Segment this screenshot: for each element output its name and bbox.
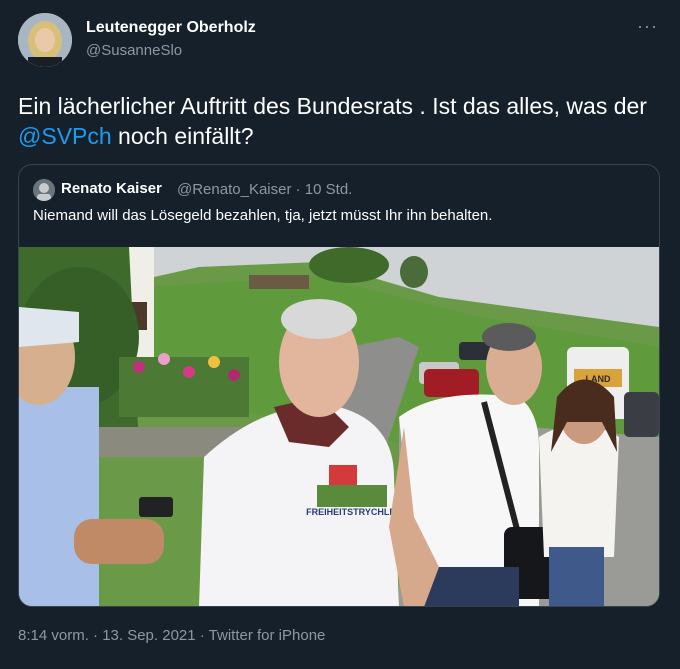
tweet-text: Ein lächerlicher Auftritt des Bundesrats… [18, 91, 668, 151]
tweet: Leutenegger Oberholz @SusanneSlo ··· Ein… [0, 0, 680, 669]
quoted-author-meta: @Renato_Kaiser · 10 Std. [177, 181, 352, 198]
quoted-tweet[interactable]: Renato Kaiser @Renato_Kaiser · 10 Std. N… [18, 164, 660, 607]
mention-link[interactable]: @SVPch [18, 123, 112, 149]
tweet-text-part2: noch einfällt? [111, 123, 254, 149]
more-options-icon[interactable]: ··· [637, 16, 658, 37]
tweet-metadata: 8:14 vorm. · 13. Sep. 2021 · Twitter for… [18, 627, 326, 644]
shirt-print-text: FREIHEITSTRYCHLER [306, 507, 402, 517]
tweet-text-part1: Ein lächerlicher Auftritt des Bundesrats… [18, 93, 647, 119]
quoted-author-handle: @Renato_Kaiser [177, 181, 292, 198]
quoted-text: Niemand will das Lösegeld bezahlen, tja,… [33, 207, 493, 224]
quoted-author-name: Renato Kaiser [61, 180, 162, 197]
author-handle[interactable]: @SusanneSlo [86, 42, 182, 59]
quoted-photo[interactable]: LAND FREIHEITSTRYCHLER [19, 247, 659, 607]
quoted-time: · 10 Std. [295, 181, 353, 198]
author-avatar[interactable] [18, 13, 72, 67]
author-name[interactable]: Leutenegger Oberholz [86, 19, 256, 37]
quoted-author-avatar [33, 179, 55, 201]
